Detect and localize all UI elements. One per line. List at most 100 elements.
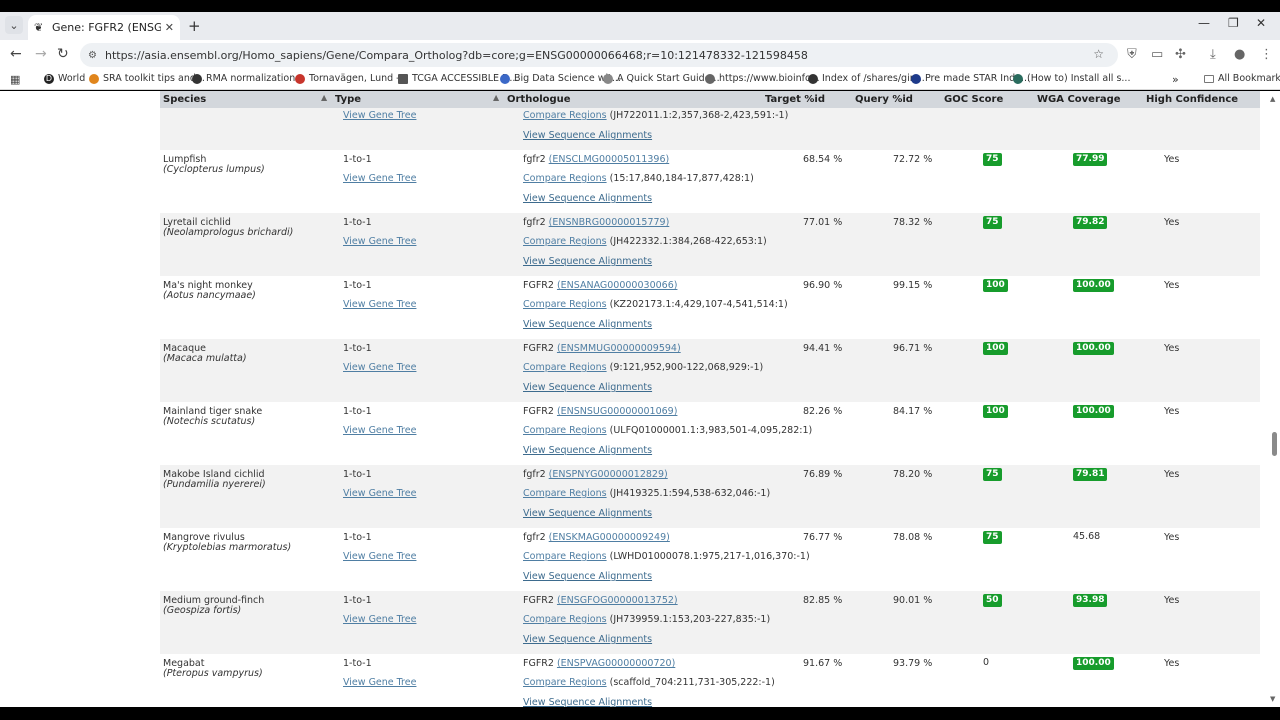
compare-regions: Compare Regions (JH419325.1:594,538-632,… [523, 488, 770, 499]
view-gene-tree-link[interactable]: View Gene Tree [343, 551, 416, 562]
view-gene-tree-link[interactable]: View Gene Tree [343, 173, 416, 184]
goc-score-badge: 75 [983, 531, 1002, 544]
wga-coverage-value: 45.68 [1073, 531, 1101, 542]
target-id-value: 82.26 % [803, 406, 843, 417]
column-header-type[interactable]: Type [335, 94, 361, 105]
minimize-icon[interactable]: — [1198, 16, 1210, 30]
view-gene-tree-link[interactable]: View Gene Tree [343, 299, 416, 310]
gene-id-link[interactable]: (ENSGFOG00000013752) [557, 595, 678, 606]
download-icon[interactable]: ⤓ [1210, 47, 1216, 62]
region-text: (JH739959.1:153,203-227,835:-1) [609, 614, 771, 625]
view-gene-tree-link[interactable]: View Gene Tree [343, 236, 416, 247]
bookmark-8[interactable]: Index of /shares/gin... [808, 73, 925, 84]
back-arrow-icon[interactable]: ← [10, 46, 22, 62]
sort-arrow-icon[interactable]: ▲ [493, 93, 499, 102]
window-close-icon[interactable]: ✕ [1256, 16, 1266, 30]
site-info-icon[interactable]: ⚙ [88, 50, 97, 61]
gene-id-link[interactable]: (ENSPNYG00000012829) [549, 469, 668, 480]
column-header-goc-score[interactable]: GOC Score [944, 94, 1003, 105]
column-header-wga-coverage[interactable]: WGA Coverage [1037, 94, 1121, 105]
bookmark-7[interactable]: https://www.bioinfo... [705, 73, 820, 84]
compare-regions-link[interactable]: Compare Regions [523, 614, 607, 625]
compare-regions-link[interactable]: Compare Regions [523, 236, 607, 247]
forward-arrow-icon[interactable]: → [35, 46, 47, 62]
bookmarks-bar: ▦ D World SRA toolkit tips and... RMA nor… [0, 70, 1280, 90]
profile-avatar-icon[interactable]: ● [1234, 47, 1245, 62]
tab-search-dropdown[interactable]: ⌄ [5, 16, 23, 34]
column-header-species[interactable]: Species [163, 94, 206, 105]
more-bookmarks-icon[interactable]: » [1172, 73, 1179, 86]
reader-icon[interactable]: ▭ [1151, 47, 1163, 62]
gene-id-link[interactable]: (ENSANAG00000030066) [557, 280, 678, 291]
view-gene-tree-link[interactable]: View Gene Tree [343, 677, 416, 688]
reload-icon[interactable]: ↻ [57, 46, 69, 62]
scroll-up-icon[interactable]: ▲ [1270, 95, 1275, 103]
compare-regions-link[interactable]: Compare Regions [523, 551, 607, 562]
column-header-orthologue[interactable]: Orthologue [507, 94, 571, 105]
view-sequence-alignments-link[interactable]: View Sequence Alignments [523, 697, 652, 707]
vertical-scrollbar[interactable]: ▲ ▼ [1268, 91, 1280, 707]
tab-title: Gene: FGFR2 (ENSG000000066468 [52, 21, 161, 34]
gene-id-link[interactable]: (ENSKMAG00000009249) [549, 532, 670, 543]
apps-grid-icon[interactable]: ▦ [10, 73, 20, 86]
query-id-value: 78.20 % [893, 469, 933, 480]
orthology-type: 1-to-1 [343, 595, 372, 606]
compare-regions-link[interactable]: Compare Regions [523, 425, 607, 436]
column-header-target-id[interactable]: Target %id [765, 94, 825, 105]
restore-icon[interactable]: ❐ [1228, 16, 1239, 30]
gene-id-link[interactable]: (ENSPVAG00000000720) [557, 658, 675, 669]
bookmark-0[interactable]: D World [44, 73, 85, 84]
compare-regions-link[interactable]: Compare Regions [523, 488, 607, 499]
menu-kebab-icon[interactable]: ⋮ [1260, 47, 1273, 62]
wga-coverage: 100.00 [1073, 342, 1114, 355]
view-gene-tree-link[interactable]: View Gene Tree [343, 362, 416, 373]
gene-id-link[interactable]: (ENSCLMG00005011396) [549, 154, 670, 165]
view-sequence-alignments-link[interactable]: View Sequence Alignments [523, 634, 652, 645]
gene-id-link[interactable]: (ENSNSUG00000001069) [557, 406, 678, 417]
region-text: (JH419325.1:594,538-632,046:-1) [609, 488, 771, 499]
new-tab-plus-icon[interactable]: + [188, 17, 201, 35]
all-bookmarks-folder[interactable]: All Bookmarks [1204, 73, 1280, 84]
region-text: (ULFQ01000001.1:3,983,501-4,095,282:1) [609, 425, 813, 436]
compare-regions-link[interactable]: Compare Regions [523, 677, 607, 688]
scrollbar-thumb[interactable] [1272, 432, 1277, 456]
goc-score: 75 [983, 468, 1002, 481]
view-sequence-alignments-link[interactable]: View Sequence Alignments [523, 571, 652, 582]
view-sequence-alignments-link[interactable]: View Sequence Alignments [523, 382, 652, 393]
scroll-down-icon[interactable]: ▼ [1270, 695, 1275, 703]
bookmark-star-icon[interactable]: ☆ [1093, 47, 1104, 61]
column-header-query-id[interactable]: Query %id [855, 94, 913, 105]
bookmark-10[interactable]: (How to) Install all s... [1013, 73, 1130, 84]
region-text: (scaffold_704:211,731-305,222:-1) [609, 677, 775, 688]
tab-active[interactable]: ❦ Gene: FGFR2 (ENSG000000066468 ✕ [28, 15, 180, 40]
view-gene-tree-link[interactable]: View Gene Tree [343, 425, 416, 436]
view-sequence-alignments-link[interactable]: View Sequence Alignments [523, 508, 652, 519]
compare-regions-link[interactable]: Compare Regions [523, 299, 607, 310]
close-icon[interactable]: ✕ [165, 21, 174, 34]
column-header-high-confidence[interactable]: High Confidence [1146, 94, 1238, 105]
bookmark-6[interactable]: A Quick Start Guide... [603, 73, 720, 84]
shield-extension-icon[interactable]: ⛨ [1127, 47, 1137, 62]
bookmark-2[interactable]: RMA normalization... [192, 73, 304, 84]
species-scientific-name: (Neolamprologus brichardi) [163, 227, 294, 238]
view-gene-tree-link[interactable]: View Gene Tree [343, 614, 416, 625]
bookmark-1[interactable]: SRA toolkit tips and... [89, 73, 205, 84]
compare-regions-link[interactable]: Compare Regions [523, 110, 607, 121]
view-sequence-alignments-link[interactable]: View Sequence Alignments [523, 445, 652, 456]
compare-regions-link[interactable]: Compare Regions [523, 173, 607, 184]
wga-coverage-badge: 100.00 [1073, 657, 1114, 670]
goc-score: 50 [983, 594, 1002, 607]
view-gene-tree-link[interactable]: View Gene Tree [343, 110, 416, 121]
view-gene-tree-link[interactable]: View Gene Tree [343, 488, 416, 499]
bookmark-3[interactable]: Tornavägen, Lund -... [295, 73, 409, 84]
address-bar[interactable]: ⚙ https://asia.ensembl.org/Homo_sapiens/… [80, 43, 1118, 67]
compare-regions-link[interactable]: Compare Regions [523, 362, 607, 373]
view-sequence-alignments-link[interactable]: View Sequence Alignments [523, 193, 652, 204]
view-sequence-alignments-link[interactable]: View Sequence Alignments [523, 256, 652, 267]
view-sequence-alignments-link[interactable]: View Sequence Alignments [523, 130, 652, 141]
extensions-puzzle-icon[interactable]: ✣ [1175, 47, 1186, 62]
view-sequence-alignments-link[interactable]: View Sequence Alignments [523, 319, 652, 330]
gene-id-link[interactable]: (ENSNBRG00000015779) [549, 217, 670, 228]
gene-id-link[interactable]: (ENSMMUG00000009594) [557, 343, 681, 354]
sort-arrow-icon[interactable]: ▲ [321, 93, 327, 102]
